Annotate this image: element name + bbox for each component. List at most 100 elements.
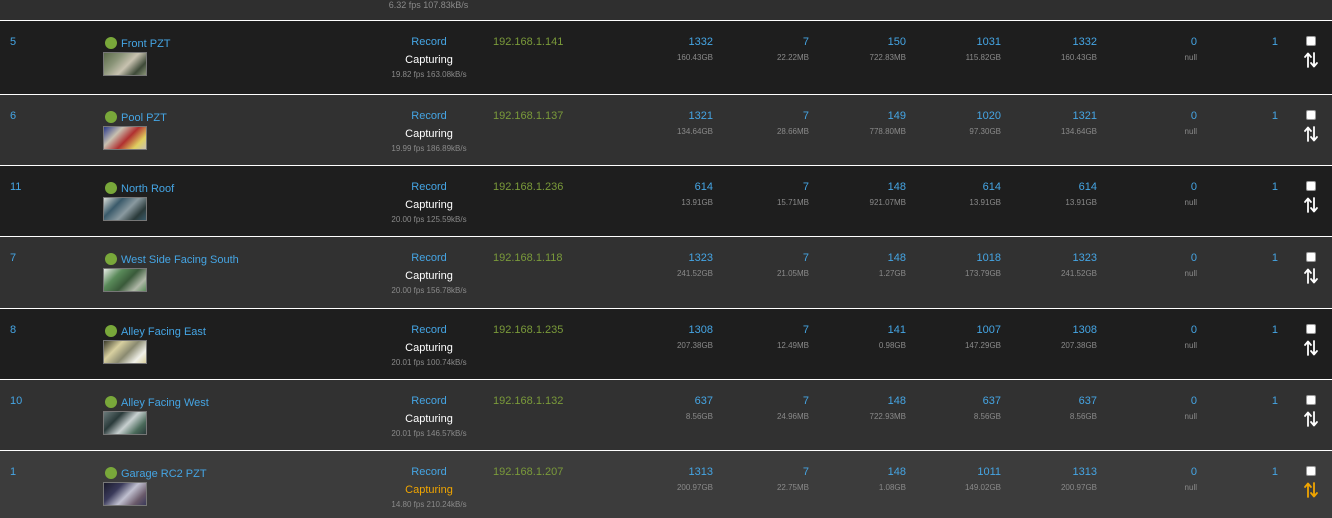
monitor-id[interactable]: 6 (10, 110, 16, 122)
select-checkbox[interactable] (1306, 110, 1316, 120)
day-events-count[interactable]: 150 (806, 36, 906, 48)
source-ip[interactable]: 192.168.1.118 (493, 252, 563, 264)
sort-arrows-icon[interactable] (1303, 410, 1319, 428)
month-events-count[interactable]: 1321 (997, 110, 1097, 122)
source-ip[interactable]: 192.168.1.137 (493, 110, 563, 122)
week-events-count[interactable]: 1011 (901, 466, 1001, 478)
archived-events-size: null (1184, 483, 1197, 492)
sort-arrows-icon[interactable] (1303, 51, 1319, 69)
camera-thumbnail[interactable] (103, 268, 147, 292)
select-checkbox[interactable] (1306, 395, 1316, 405)
monitor-name[interactable]: North Roof (121, 183, 174, 195)
day-events-count[interactable]: 148 (806, 252, 906, 264)
day-events-count[interactable]: 141 (806, 324, 906, 336)
events-count[interactable]: 1308 (613, 324, 713, 336)
week-events-size: 8.56GB (973, 412, 1001, 421)
source-ip[interactable]: 192.168.1.141 (493, 36, 563, 48)
hour-events-count[interactable]: 7 (709, 324, 809, 336)
month-events-count[interactable]: 1313 (997, 466, 1097, 478)
monitor-mode-link[interactable]: Record (388, 252, 470, 264)
camera-thumbnail[interactable] (103, 482, 147, 506)
sort-arrows-icon[interactable] (1303, 267, 1319, 285)
week-events-count[interactable]: 1020 (901, 110, 1001, 122)
events-count[interactable]: 1321 (613, 110, 713, 122)
camera-thumbnail[interactable] (103, 126, 147, 150)
monitor-id[interactable]: 10 (10, 395, 22, 407)
monitor-mode-link[interactable]: Record (388, 395, 470, 407)
monitor-mode-link[interactable]: Record (388, 324, 470, 336)
sort-arrows-icon[interactable] (1303, 481, 1319, 499)
monitor-id[interactable]: 11 (10, 181, 21, 193)
day-events-count[interactable]: 148 (806, 395, 906, 407)
events-count[interactable]: 1332 (613, 36, 713, 48)
monitor-name[interactable]: West Side Facing South (121, 254, 239, 266)
events-size: 160.43GB (676, 53, 713, 62)
select-checkbox[interactable] (1306, 324, 1316, 334)
zones-count[interactable]: 1 (1178, 466, 1278, 478)
select-checkbox[interactable] (1306, 252, 1316, 262)
week-events-size: 115.82GB (965, 53, 1001, 62)
select-checkbox[interactable] (1306, 466, 1316, 476)
capture-stats: 19.82 fps 163.08kB/s (391, 70, 467, 79)
zones-count[interactable]: 1 (1178, 110, 1278, 122)
camera-thumbnail[interactable] (103, 411, 147, 435)
week-events-count[interactable]: 637 (901, 395, 1001, 407)
hour-events-count[interactable]: 7 (709, 36, 809, 48)
day-events-size: 722.83MB (869, 53, 906, 62)
month-events-count[interactable]: 1323 (997, 252, 1097, 264)
sort-arrows-icon[interactable] (1303, 196, 1319, 214)
monitor-name[interactable]: Garage RC2 PZT (121, 468, 207, 480)
monitor-mode-link[interactable]: Record (388, 36, 470, 48)
zones-count[interactable]: 1 (1178, 181, 1278, 193)
camera-thumbnail[interactable] (103, 197, 147, 221)
hour-events-count[interactable]: 7 (709, 252, 809, 264)
zones-count[interactable]: 1 (1178, 395, 1278, 407)
camera-thumbnail[interactable] (103, 340, 147, 364)
sort-arrows-icon[interactable] (1303, 125, 1319, 143)
source-ip[interactable]: 192.168.1.235 (493, 324, 563, 336)
monitor-mode-link[interactable]: Record (388, 181, 470, 193)
monitor-mode-link[interactable]: Record (388, 466, 470, 478)
monitor-id[interactable]: 8 (10, 324, 16, 336)
month-events-count[interactable]: 637 (997, 395, 1097, 407)
month-events-count[interactable]: 614 (997, 181, 1097, 193)
month-events-count[interactable]: 1332 (997, 36, 1097, 48)
zones-count[interactable]: 1 (1178, 324, 1278, 336)
day-events-count[interactable]: 149 (806, 110, 906, 122)
camera-thumbnail[interactable] (103, 52, 147, 76)
hour-events-count[interactable]: 7 (709, 466, 809, 478)
day-events-count[interactable]: 148 (806, 181, 906, 193)
day-events-count[interactable]: 148 (806, 466, 906, 478)
monitor-mode-link[interactable]: Record (388, 110, 470, 122)
week-events-count[interactable]: 1031 (901, 36, 1001, 48)
select-checkbox[interactable] (1306, 181, 1316, 191)
hour-events-count[interactable]: 7 (709, 110, 809, 122)
monitor-name[interactable]: Pool PZT (121, 112, 167, 124)
previous-row-stats: 6.32 fps 107.83kB/s (388, 0, 469, 10)
events-count[interactable]: 1313 (613, 466, 713, 478)
events-count[interactable]: 1323 (613, 252, 713, 264)
month-events-count[interactable]: 1308 (997, 324, 1097, 336)
monitor-id[interactable]: 5 (10, 36, 16, 48)
week-events-count[interactable]: 614 (901, 181, 1001, 193)
select-checkbox[interactable] (1306, 36, 1316, 46)
monitor-id[interactable]: 7 (10, 252, 16, 264)
source-ip[interactable]: 192.168.1.207 (493, 466, 563, 478)
monitor-name[interactable]: Alley Facing East (121, 326, 206, 338)
week-events-count[interactable]: 1007 (901, 324, 1001, 336)
monitor-id[interactable]: 1 (10, 466, 16, 478)
source-ip[interactable]: 192.168.1.236 (493, 181, 563, 193)
hour-events-count[interactable]: 7 (709, 181, 809, 193)
source-ip[interactable]: 192.168.1.132 (493, 395, 563, 407)
month-events-size: 134.64GB (1060, 127, 1097, 136)
week-events-count[interactable]: 1018 (901, 252, 1001, 264)
archived-events-size: null (1184, 412, 1197, 421)
events-count[interactable]: 637 (613, 395, 713, 407)
monitor-name[interactable]: Alley Facing West (121, 397, 209, 409)
hour-events-count[interactable]: 7 (709, 395, 809, 407)
events-count[interactable]: 614 (613, 181, 713, 193)
monitor-name[interactable]: Front PZT (121, 38, 171, 50)
zones-count[interactable]: 1 (1178, 252, 1278, 264)
sort-arrows-icon[interactable] (1303, 339, 1319, 357)
zones-count[interactable]: 1 (1178, 36, 1278, 48)
